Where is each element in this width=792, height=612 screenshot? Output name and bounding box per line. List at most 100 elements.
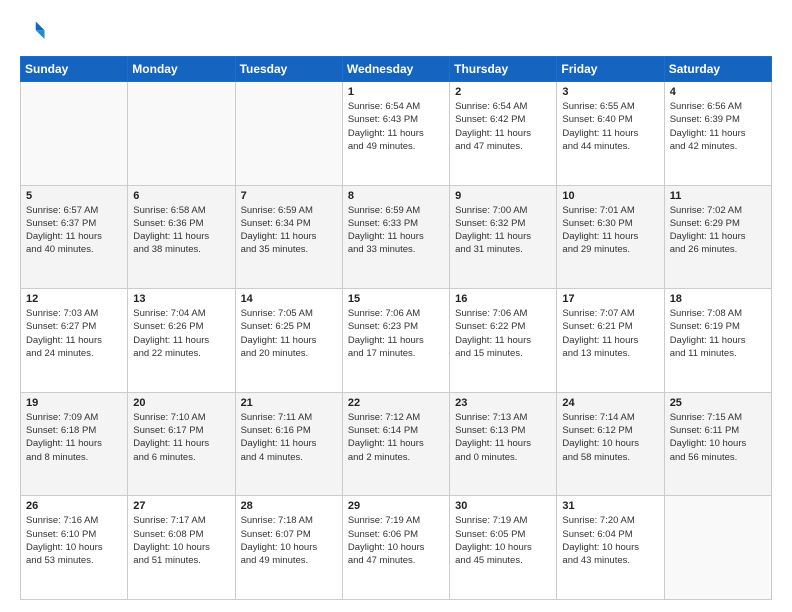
day-cell: 19 Sunrise: 7:09 AM Sunset: 6:18 PM Dayli… <box>21 392 128 496</box>
day-number: 15 <box>348 293 444 305</box>
day-number: 5 <box>26 190 122 202</box>
calendar-table: SundayMondayTuesdayWednesdayThursdayFrid… <box>20 56 772 600</box>
day-info: Sunrise: 7:19 AM Sunset: 6:06 PM Dayligh… <box>348 514 444 567</box>
day-number: 13 <box>133 293 229 305</box>
day-cell: 21Sunrise: 7:11 AM Sunset: 6:16 PM Dayli… <box>235 392 342 496</box>
day-info: Sunrise: 7:09 AM Sunset: 6:18 PM Dayligh… <box>26 411 122 464</box>
day-cell: 31 Sunrise: 7:20 AM Sunset: 6:04 PM Dayli… <box>557 496 664 600</box>
day-cell: 16 Sunrise: 7:06 AM Sunset: 6:22 PM Dayli… <box>450 289 557 393</box>
day-cell: 20 Sunrise: 7:10 AM Sunset: 6:17 PM Dayli… <box>128 392 235 496</box>
week-row-3: 12Sunrise: 7:03 AM Sunset: 6:27 PM Dayli… <box>21 289 772 393</box>
weekday-header-saturday: Saturday <box>664 57 771 82</box>
page: SundayMondayTuesdayWednesdayThursdayFrid… <box>0 0 792 612</box>
day-cell: 26 Sunrise: 7:16 AM Sunset: 6:10 PM Dayli… <box>21 496 128 600</box>
day-number: 27 <box>133 500 229 512</box>
day-number: 18 <box>670 293 766 305</box>
day-number: 19 <box>26 397 122 409</box>
day-info: Sunrise: 7:05 AM Sunset: 6:25 PM Dayligh… <box>241 307 337 360</box>
day-info: Sunrise: 6:54 AM Sunset: 6:42 PM Dayligh… <box>455 100 551 153</box>
day-info: Sunrise: 6:57 AM Sunset: 6:37 PM Dayligh… <box>26 204 122 257</box>
day-number: 6 <box>133 190 229 202</box>
day-info: Sunrise: 7:06 AM Sunset: 6:22 PM Dayligh… <box>455 307 551 360</box>
weekday-header-thursday: Thursday <box>450 57 557 82</box>
week-row-5: 26 Sunrise: 7:16 AM Sunset: 6:10 PM Dayli… <box>21 496 772 600</box>
day-cell: 24 Sunrise: 7:14 AM Sunset: 6:12 PM Dayli… <box>557 392 664 496</box>
day-cell: 30 Sunrise: 7:19 AM Sunset: 6:05 PM Dayli… <box>450 496 557 600</box>
day-number: 2 <box>455 86 551 98</box>
day-cell: 15 Sunrise: 7:06 AM Sunset: 6:23 PM Dayli… <box>342 289 449 393</box>
day-number: 28 <box>241 500 337 512</box>
day-number: 9 <box>455 190 551 202</box>
logo <box>20 18 52 46</box>
logo-icon <box>20 18 48 46</box>
day-info: Sunrise: 7:17 AM Sunset: 6:08 PM Dayligh… <box>133 514 229 567</box>
day-info: Sunrise: 7:15 AM Sunset: 6:11 PM Dayligh… <box>670 411 766 464</box>
day-number: 20 <box>133 397 229 409</box>
day-info: Sunrise: 7:04 AM Sunset: 6:26 PM Dayligh… <box>133 307 229 360</box>
day-info: Sunrise: 6:55 AM Sunset: 6:40 PM Dayligh… <box>562 100 658 153</box>
day-info: Sunrise: 7:19 AM Sunset: 6:05 PM Dayligh… <box>455 514 551 567</box>
day-number: 10 <box>562 190 658 202</box>
day-cell: 17Sunrise: 7:07 AM Sunset: 6:21 PM Dayli… <box>557 289 664 393</box>
day-cell: 28 Sunrise: 7:18 AM Sunset: 6:07 PM Dayli… <box>235 496 342 600</box>
day-number: 31 <box>562 500 658 512</box>
day-number: 16 <box>455 293 551 305</box>
day-number: 26 <box>26 500 122 512</box>
day-info: Sunrise: 7:12 AM Sunset: 6:14 PM Dayligh… <box>348 411 444 464</box>
day-number: 1 <box>348 86 444 98</box>
day-info: Sunrise: 7:18 AM Sunset: 6:07 PM Dayligh… <box>241 514 337 567</box>
day-number: 8 <box>348 190 444 202</box>
day-number: 4 <box>670 86 766 98</box>
day-number: 14 <box>241 293 337 305</box>
day-info: Sunrise: 6:59 AM Sunset: 6:33 PM Dayligh… <box>348 204 444 257</box>
day-cell: 25 Sunrise: 7:15 AM Sunset: 6:11 PM Dayli… <box>664 392 771 496</box>
weekday-header-sunday: Sunday <box>21 57 128 82</box>
weekday-header-monday: Monday <box>128 57 235 82</box>
weekday-header-friday: Friday <box>557 57 664 82</box>
day-cell: 2 Sunrise: 6:54 AM Sunset: 6:42 PM Daylig… <box>450 82 557 186</box>
day-number: 22 <box>348 397 444 409</box>
day-info: Sunrise: 6:58 AM Sunset: 6:36 PM Dayligh… <box>133 204 229 257</box>
day-cell: 14 Sunrise: 7:05 AM Sunset: 6:25 PM Dayli… <box>235 289 342 393</box>
day-cell: 13 Sunrise: 7:04 AM Sunset: 6:26 PM Dayli… <box>128 289 235 393</box>
weekday-header-wednesday: Wednesday <box>342 57 449 82</box>
day-info: Sunrise: 7:03 AM Sunset: 6:27 PM Dayligh… <box>26 307 122 360</box>
day-info: Sunrise: 6:56 AM Sunset: 6:39 PM Dayligh… <box>670 100 766 153</box>
day-info: Sunrise: 7:08 AM Sunset: 6:19 PM Dayligh… <box>670 307 766 360</box>
day-cell: 9 Sunrise: 7:00 AM Sunset: 6:32 PM Daylig… <box>450 185 557 289</box>
day-info: Sunrise: 6:59 AM Sunset: 6:34 PM Dayligh… <box>241 204 337 257</box>
day-cell <box>664 496 771 600</box>
day-info: Sunrise: 7:20 AM Sunset: 6:04 PM Dayligh… <box>562 514 658 567</box>
day-number: 3 <box>562 86 658 98</box>
header <box>20 18 772 46</box>
day-info: Sunrise: 7:16 AM Sunset: 6:10 PM Dayligh… <box>26 514 122 567</box>
weekday-header-tuesday: Tuesday <box>235 57 342 82</box>
day-info: Sunrise: 7:13 AM Sunset: 6:13 PM Dayligh… <box>455 411 551 464</box>
day-number: 24 <box>562 397 658 409</box>
day-number: 29 <box>348 500 444 512</box>
day-cell <box>21 82 128 186</box>
day-cell: 6 Sunrise: 6:58 AM Sunset: 6:36 PM Daylig… <box>128 185 235 289</box>
day-cell: 27 Sunrise: 7:17 AM Sunset: 6:08 PM Dayli… <box>128 496 235 600</box>
day-info: Sunrise: 7:02 AM Sunset: 6:29 PM Dayligh… <box>670 204 766 257</box>
day-number: 30 <box>455 500 551 512</box>
day-info: Sunrise: 7:11 AM Sunset: 6:16 PM Dayligh… <box>241 411 337 464</box>
day-number: 11 <box>670 190 766 202</box>
day-number: 7 <box>241 190 337 202</box>
day-cell: 8 Sunrise: 6:59 AM Sunset: 6:33 PM Daylig… <box>342 185 449 289</box>
day-info: Sunrise: 6:54 AM Sunset: 6:43 PM Dayligh… <box>348 100 444 153</box>
day-number: 17 <box>562 293 658 305</box>
day-info: Sunrise: 7:06 AM Sunset: 6:23 PM Dayligh… <box>348 307 444 360</box>
day-info: Sunrise: 7:14 AM Sunset: 6:12 PM Dayligh… <box>562 411 658 464</box>
week-row-1: 1 Sunrise: 6:54 AM Sunset: 6:43 PM Daylig… <box>21 82 772 186</box>
day-cell: 4 Sunrise: 6:56 AM Sunset: 6:39 PM Daylig… <box>664 82 771 186</box>
day-cell: 29 Sunrise: 7:19 AM Sunset: 6:06 PM Dayli… <box>342 496 449 600</box>
day-number: 25 <box>670 397 766 409</box>
day-cell <box>128 82 235 186</box>
week-row-4: 19 Sunrise: 7:09 AM Sunset: 6:18 PM Dayli… <box>21 392 772 496</box>
day-info: Sunrise: 7:10 AM Sunset: 6:17 PM Dayligh… <box>133 411 229 464</box>
day-info: Sunrise: 7:00 AM Sunset: 6:32 PM Dayligh… <box>455 204 551 257</box>
day-info: Sunrise: 7:01 AM Sunset: 6:30 PM Dayligh… <box>562 204 658 257</box>
day-cell: 18 Sunrise: 7:08 AM Sunset: 6:19 PM Dayli… <box>664 289 771 393</box>
day-cell: 5 Sunrise: 6:57 AM Sunset: 6:37 PM Daylig… <box>21 185 128 289</box>
